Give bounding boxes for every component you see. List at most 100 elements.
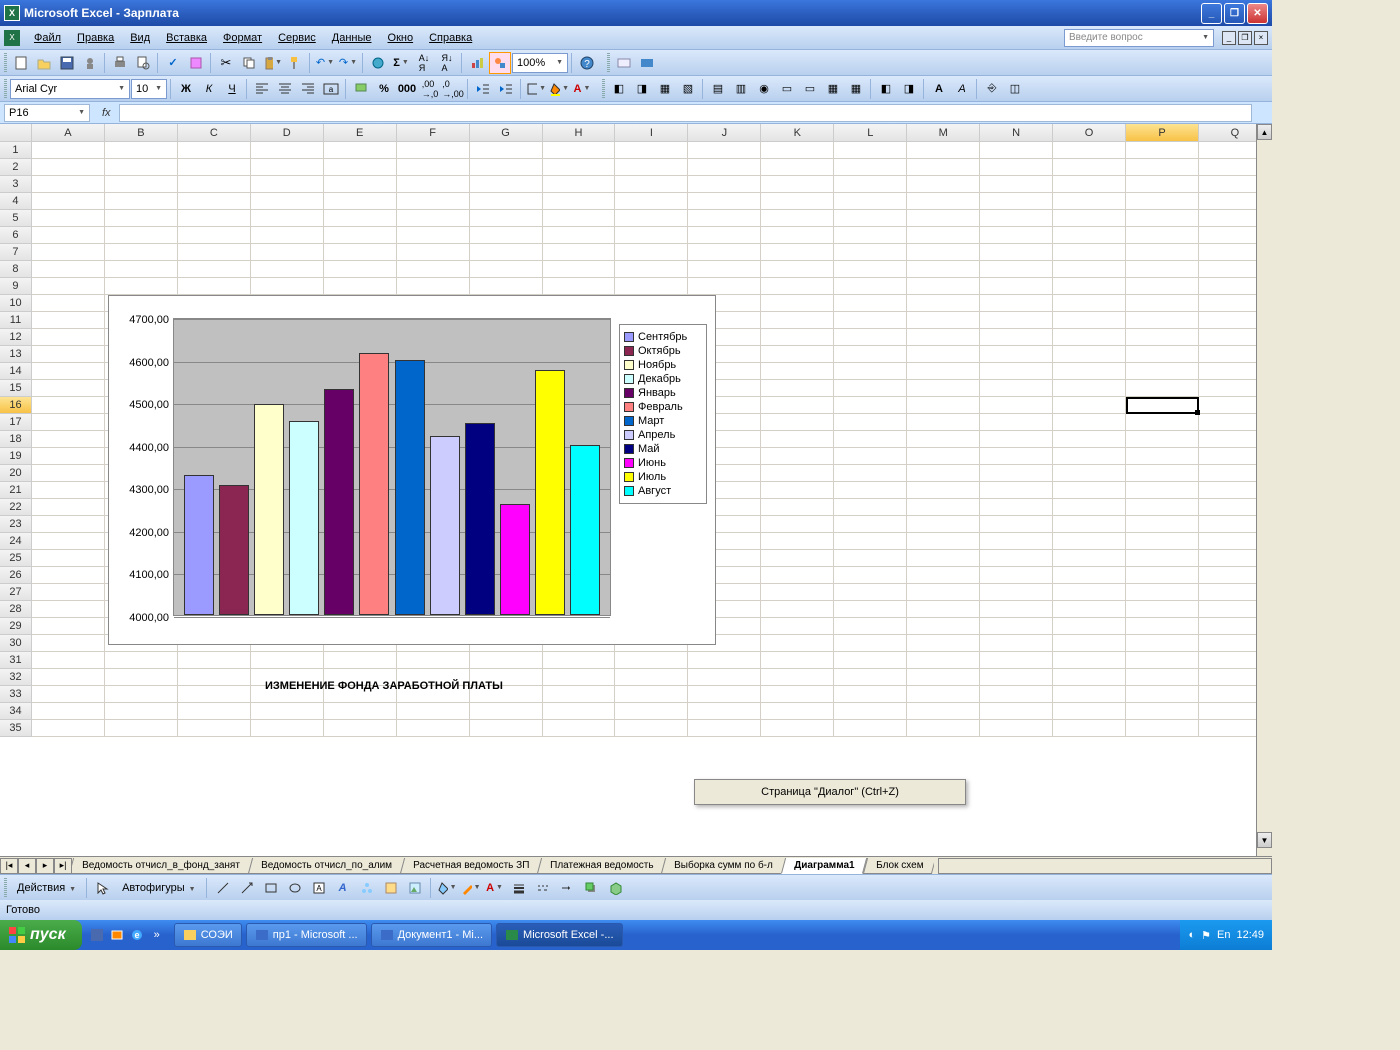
tab-nav-prev[interactable]: ◂ [18, 858, 36, 874]
col-header-K[interactable]: K [761, 124, 834, 142]
cell-M19[interactable] [907, 448, 980, 465]
chart-wizard-button[interactable] [466, 52, 488, 74]
cell-C3[interactable] [178, 176, 251, 193]
line-style-tool[interactable] [508, 877, 530, 899]
sheet-tab[interactable]: Ведомость отчисл_в_фонд_занят [72, 858, 253, 874]
font-color-button[interactable]: А▼ [571, 78, 593, 100]
cell-L29[interactable] [834, 618, 907, 635]
bar-Сентябрь[interactable] [184, 475, 214, 615]
row-header-30[interactable]: 30 [0, 635, 32, 652]
cell-K5[interactable] [761, 210, 834, 227]
cell-N6[interactable] [980, 227, 1053, 244]
cell-A33[interactable] [32, 686, 105, 703]
row-header-2[interactable]: 2 [0, 159, 32, 176]
cell-A21[interactable] [32, 482, 105, 499]
tb-misc-5[interactable]: ▤ [707, 78, 729, 100]
cell-M5[interactable] [907, 210, 980, 227]
cell-I1[interactable] [615, 142, 688, 159]
cell-L18[interactable] [834, 431, 907, 448]
cell-I7[interactable] [615, 244, 688, 261]
drawing-handle[interactable] [4, 878, 7, 898]
cell-B8[interactable] [105, 261, 178, 278]
cell-D34[interactable] [251, 703, 324, 720]
cell-E35[interactable] [324, 720, 397, 737]
cell-P15[interactable] [1126, 380, 1199, 397]
cell-L5[interactable] [834, 210, 907, 227]
cell-M12[interactable] [907, 329, 980, 346]
bar-Декабрь[interactable] [289, 421, 319, 615]
cell-N25[interactable] [980, 550, 1053, 567]
cell-A16[interactable] [32, 397, 105, 414]
cell-N12[interactable] [980, 329, 1053, 346]
cell-L25[interactable] [834, 550, 907, 567]
increase-decimal-button[interactable]: ,00→,0 [419, 78, 441, 100]
bar-Июль[interactable] [535, 370, 565, 615]
format-handle[interactable] [4, 79, 7, 99]
row-header-8[interactable]: 8 [0, 261, 32, 278]
cell-M7[interactable] [907, 244, 980, 261]
col-header-F[interactable]: F [397, 124, 470, 142]
cell-K3[interactable] [761, 176, 834, 193]
cell-P16[interactable] [1126, 397, 1199, 414]
bar-Январь[interactable] [324, 389, 354, 615]
menu-file[interactable]: Файл [26, 29, 69, 47]
cell-M31[interactable] [907, 652, 980, 669]
font-size-combo[interactable]: 10▼ [131, 79, 167, 99]
cell-O31[interactable] [1053, 652, 1126, 669]
cell-C1[interactable] [178, 142, 251, 159]
row-header-28[interactable]: 28 [0, 601, 32, 618]
cell-L4[interactable] [834, 193, 907, 210]
row-header-11[interactable]: 11 [0, 312, 32, 329]
cell-G1[interactable] [470, 142, 543, 159]
cell-K11[interactable] [761, 312, 834, 329]
cell-F2[interactable] [397, 159, 470, 176]
drawing-toggle-button[interactable] [489, 52, 511, 74]
cell-G8[interactable] [470, 261, 543, 278]
cell-K1[interactable] [761, 142, 834, 159]
help-button[interactable]: ? [576, 52, 598, 74]
taskbar-item[interactable]: Документ1 - Mi... [371, 923, 492, 947]
cell-I5[interactable] [615, 210, 688, 227]
cell-J31[interactable] [688, 652, 761, 669]
3d-tool[interactable] [604, 877, 626, 899]
tab-nav-first[interactable]: |◂ [0, 858, 18, 874]
row-header-27[interactable]: 27 [0, 584, 32, 601]
cell-N31[interactable] [980, 652, 1053, 669]
row-header-1[interactable]: 1 [0, 142, 32, 159]
cell-N11[interactable] [980, 312, 1053, 329]
cell-A15[interactable] [32, 380, 105, 397]
cell-C33[interactable] [178, 686, 251, 703]
cell-K21[interactable] [761, 482, 834, 499]
percent-button[interactable]: % [373, 78, 395, 100]
cell-M9[interactable] [907, 278, 980, 295]
cell-D9[interactable] [251, 278, 324, 295]
cell-P18[interactable] [1126, 431, 1199, 448]
row-header-15[interactable]: 15 [0, 380, 32, 397]
cell-F34[interactable] [397, 703, 470, 720]
cell-H2[interactable] [543, 159, 616, 176]
forms-btn-1[interactable] [613, 52, 635, 74]
row-header-16[interactable]: 16 [0, 397, 32, 414]
cell-K15[interactable] [761, 380, 834, 397]
menu-data[interactable]: Данные [324, 29, 380, 47]
cell-P33[interactable] [1126, 686, 1199, 703]
new-button[interactable] [10, 52, 32, 74]
cell-N26[interactable] [980, 567, 1053, 584]
cell-K19[interactable] [761, 448, 834, 465]
cell-F1[interactable] [397, 142, 470, 159]
toolbar-handle-2[interactable] [607, 53, 610, 73]
row-header-5[interactable]: 5 [0, 210, 32, 227]
cell-P28[interactable] [1126, 601, 1199, 618]
cell-I3[interactable] [615, 176, 688, 193]
doc-icon[interactable]: X [4, 30, 20, 46]
cell-M28[interactable] [907, 601, 980, 618]
sort-asc-button[interactable]: А↓Я [413, 52, 435, 74]
tb-misc-14[interactable]: А [928, 78, 950, 100]
cell-H34[interactable] [543, 703, 616, 720]
cell-K10[interactable] [761, 295, 834, 312]
print-button[interactable] [109, 52, 131, 74]
row-header-3[interactable]: 3 [0, 176, 32, 193]
cell-K24[interactable] [761, 533, 834, 550]
cell-E6[interactable] [324, 227, 397, 244]
cell-O27[interactable] [1053, 584, 1126, 601]
